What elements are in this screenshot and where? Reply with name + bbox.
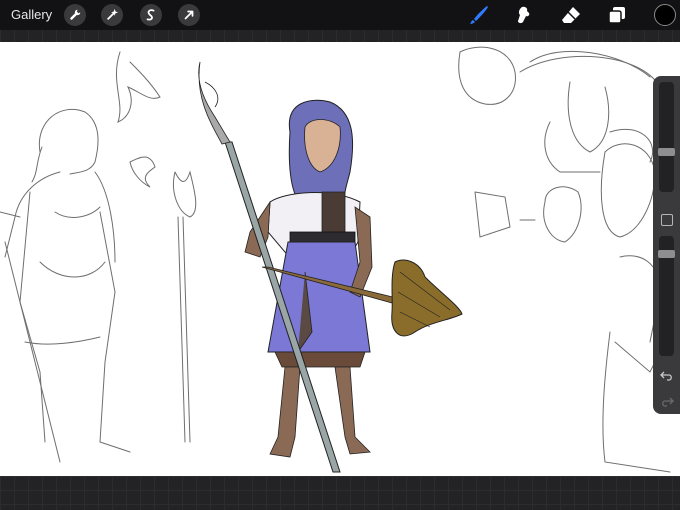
opacity-handle[interactable] — [658, 250, 675, 258]
brush-size-slider[interactable] — [659, 82, 674, 192]
drawing-canvas[interactable] — [0, 42, 680, 476]
eraser-icon[interactable] — [560, 4, 582, 26]
brush-size-handle[interactable] — [658, 148, 675, 156]
color-picker-button[interactable] — [654, 4, 676, 26]
smudge-icon[interactable] — [513, 4, 535, 26]
wrench-icon[interactable] — [64, 4, 86, 26]
top-toolbar: Gallery — [0, 0, 680, 30]
redo-icon[interactable] — [660, 396, 674, 408]
transform-arrow-icon[interactable] — [178, 4, 200, 26]
gallery-button[interactable]: Gallery — [11, 7, 52, 22]
layers-icon[interactable] — [606, 4, 628, 26]
brush-icon[interactable] — [468, 4, 490, 26]
artwork-illustration — [0, 46, 671, 473]
magic-wand-icon[interactable] — [101, 4, 123, 26]
side-panel — [653, 76, 680, 414]
selection-icon[interactable] — [140, 4, 162, 26]
undo-icon[interactable] — [660, 370, 674, 382]
modify-button-icon[interactable] — [661, 214, 673, 226]
